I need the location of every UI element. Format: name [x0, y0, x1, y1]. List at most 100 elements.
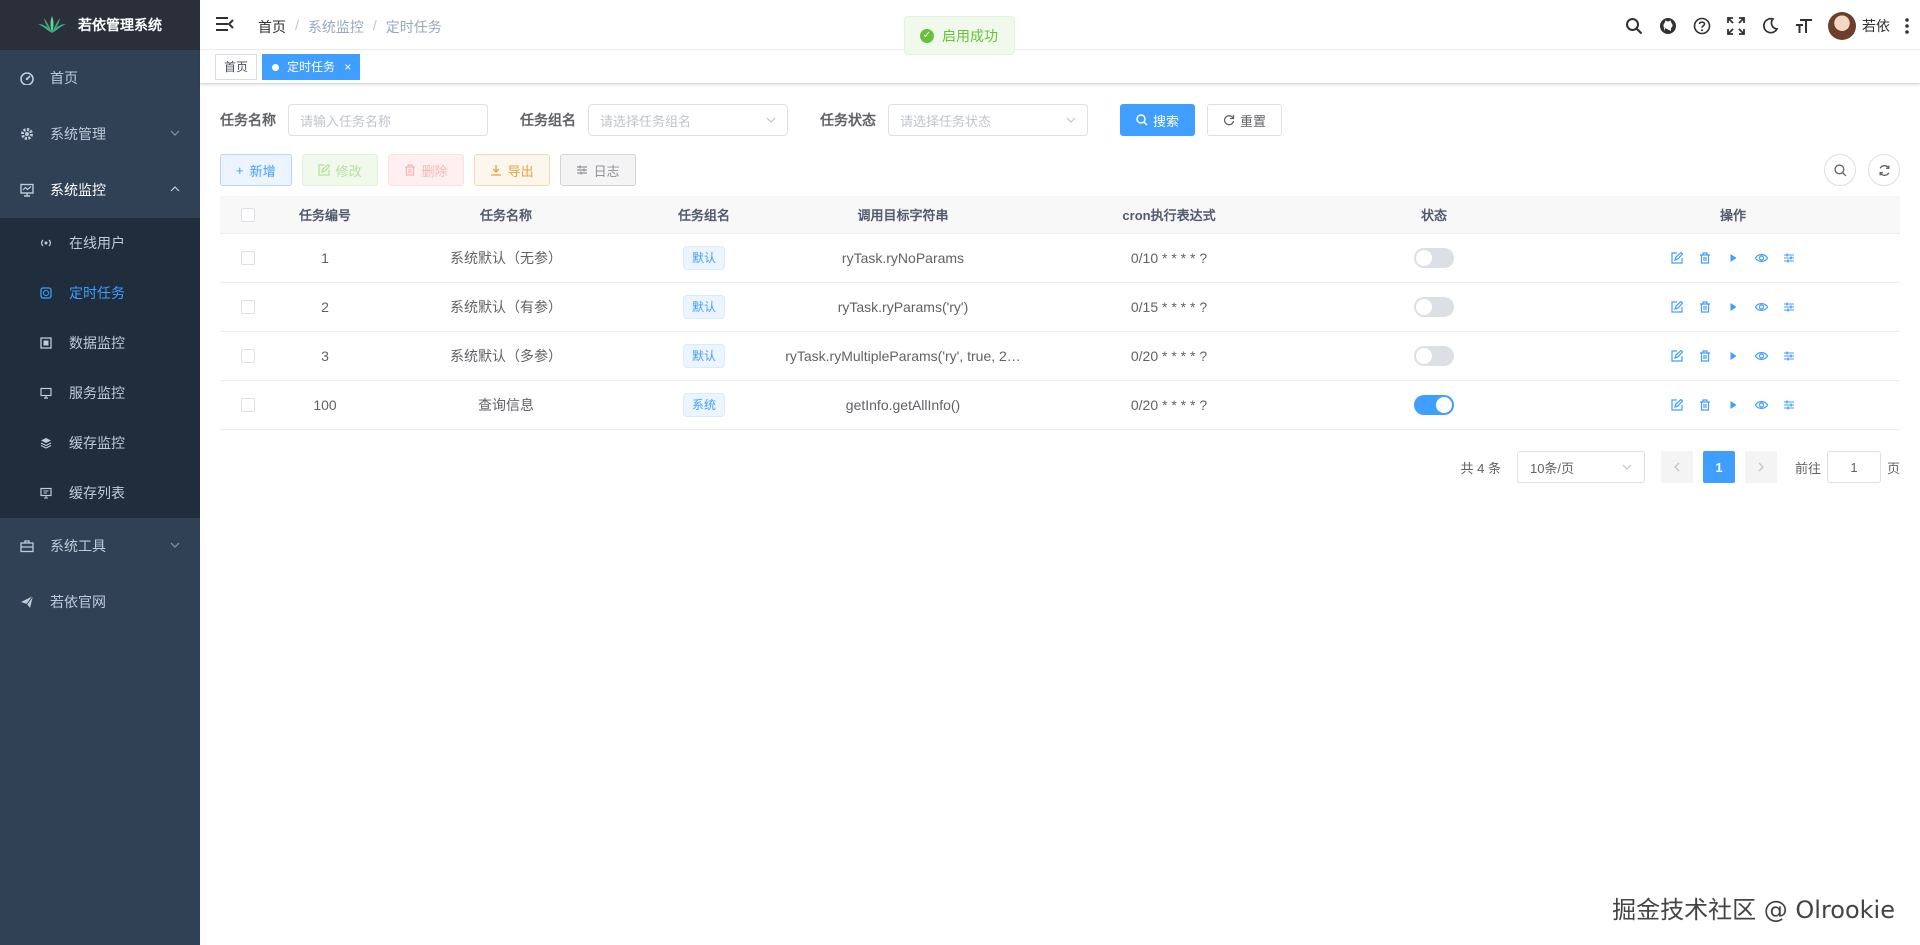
prev-page-button[interactable]: [1660, 451, 1693, 483]
github-icon[interactable]: [1658, 16, 1678, 36]
sidebar-item-server[interactable]: 服务监控: [0, 368, 200, 418]
play-icon[interactable]: [1726, 300, 1740, 314]
sidebar-item-home[interactable]: 首页: [0, 50, 200, 106]
goto-input[interactable]: 1: [1826, 451, 1881, 483]
sidebar-item-tool[interactable]: 系统工具: [0, 518, 200, 574]
page-number-current[interactable]: 1: [1702, 451, 1735, 483]
search-button-label: 搜索: [1153, 113, 1180, 129]
delete-button[interactable]: 删除: [387, 154, 464, 186]
sidebar-item-label: 定时任务: [69, 285, 125, 301]
reset-button[interactable]: 重置: [1207, 104, 1283, 136]
status-switch[interactable]: [1414, 395, 1454, 415]
chevron-up-icon: [170, 186, 180, 192]
job-group-select[interactable]: 请选择任务组名: [588, 104, 788, 136]
eye-icon[interactable]: [1754, 398, 1768, 412]
operation-icon[interactable]: [1782, 300, 1796, 314]
refresh-icon: [1223, 115, 1235, 126]
play-icon[interactable]: [1726, 398, 1740, 412]
plus-icon: +: [236, 162, 244, 178]
cell-group: 默认: [638, 246, 770, 270]
trash-icon[interactable]: [1698, 398, 1712, 412]
job-name-input[interactable]: 请输入任务名称: [288, 104, 488, 136]
page-size-select[interactable]: 10条/页: [1516, 451, 1645, 483]
sidebar-item-cache-list[interactable]: 缓存列表: [0, 468, 200, 518]
row-checkbox[interactable]: [241, 349, 255, 363]
sidebar-item-job[interactable]: 定时任务: [0, 268, 200, 318]
next-page-button[interactable]: [1744, 451, 1777, 483]
edit-icon[interactable]: [1670, 398, 1684, 412]
export-button-label: 导出: [507, 163, 534, 179]
trash-icon[interactable]: [1698, 300, 1712, 314]
edit-icon[interactable]: [1670, 251, 1684, 265]
export-button[interactable]: 导出: [473, 154, 550, 186]
toggle-search-button[interactable]: [1824, 154, 1856, 186]
hamburger-icon[interactable]: [216, 16, 234, 32]
tag-current[interactable]: 定时任务 ×: [262, 54, 361, 80]
moon-icon[interactable]: [1760, 16, 1780, 36]
status-switch[interactable]: [1414, 248, 1454, 268]
search-icon: [1136, 114, 1148, 126]
play-icon[interactable]: [1726, 251, 1740, 265]
operation-icon: [576, 165, 587, 175]
add-button[interactable]: + 新增: [220, 154, 292, 186]
font-size-icon[interactable]: [1794, 16, 1814, 36]
chevron-down-icon: [1066, 117, 1076, 123]
trash-icon[interactable]: [1698, 349, 1712, 363]
row-checkbox[interactable]: [241, 300, 255, 314]
row-checkbox[interactable]: [241, 251, 255, 265]
header-status: 状态: [1420, 208, 1447, 223]
job-name-placeholder: 请输入任务名称: [300, 113, 392, 129]
close-icon[interactable]: ×: [344, 60, 351, 74]
log-button-label: 日志: [593, 163, 620, 179]
cell-cron: 0/20 * * * * ?: [1130, 348, 1208, 364]
page-size-value: 10条/页: [1529, 460, 1575, 476]
cell-status: [1302, 248, 1566, 268]
status-switch[interactable]: [1414, 297, 1454, 317]
select-all-checkbox[interactable]: [241, 207, 255, 222]
navbar-tools: 若依: [1624, 12, 1910, 40]
chevron-left-icon: [1674, 462, 1680, 472]
tag-home[interactable]: 首页: [215, 54, 258, 80]
job-status-select[interactable]: 请选择任务状态: [888, 104, 1088, 136]
username[interactable]: 若依: [1862, 16, 1890, 36]
more-vertical-icon[interactable]: [1904, 16, 1910, 36]
header-cron: cron执行表达式: [1122, 208, 1216, 223]
search-icon[interactable]: [1624, 16, 1644, 36]
sidebar-item-website[interactable]: 若依官网: [0, 574, 200, 630]
logo[interactable]: 若依管理系统: [0, 0, 200, 50]
operation-icon[interactable]: [1782, 251, 1796, 265]
fullscreen-icon[interactable]: [1726, 16, 1746, 36]
sidebar-item-label: 首页: [50, 70, 78, 86]
help-icon[interactable]: [1692, 16, 1712, 36]
dashboard-icon: [20, 71, 34, 85]
sidebar-item-online-user[interactable]: 在线用户: [0, 218, 200, 268]
cell-status: [1302, 395, 1566, 415]
group-tag: 系统: [682, 393, 725, 417]
cell-cron: 0/15 * * * * ?: [1130, 299, 1208, 315]
edit-button[interactable]: 修改: [301, 154, 378, 186]
breadcrumb-home[interactable]: 首页: [258, 17, 286, 37]
sidebar-item-druid[interactable]: 数据监控: [0, 318, 200, 368]
sidebar-item-monitor[interactable]: 系统监控: [0, 162, 200, 218]
operation-icon[interactable]: [1782, 349, 1796, 363]
edit-icon[interactable]: [1670, 349, 1684, 363]
eye-icon[interactable]: [1754, 251, 1768, 265]
select-cell: [220, 398, 276, 412]
eye-icon[interactable]: [1754, 349, 1768, 363]
refresh-button[interactable]: [1868, 154, 1900, 186]
operation-icon[interactable]: [1782, 398, 1796, 412]
select-all-cell: [220, 207, 276, 222]
sidebar-item-cache[interactable]: 缓存监控: [0, 418, 200, 468]
edit-icon[interactable]: [1670, 300, 1684, 314]
avatar[interactable]: [1828, 12, 1856, 40]
log-button[interactable]: 日志: [559, 154, 636, 186]
row-checkbox[interactable]: [241, 398, 255, 412]
trash-icon[interactable]: [1698, 251, 1712, 265]
sidebar-item-system[interactable]: 系统管理: [0, 106, 200, 162]
search-button[interactable]: 搜索: [1120, 104, 1196, 136]
status-switch[interactable]: [1414, 346, 1454, 366]
play-icon[interactable]: [1726, 349, 1740, 363]
eye-icon[interactable]: [1754, 300, 1768, 314]
table-row: 2 系统默认（有参） 默认 ryTask.ryParams('ry') 0/15 * *…: [220, 283, 1900, 332]
logo-icon: [38, 16, 66, 33]
